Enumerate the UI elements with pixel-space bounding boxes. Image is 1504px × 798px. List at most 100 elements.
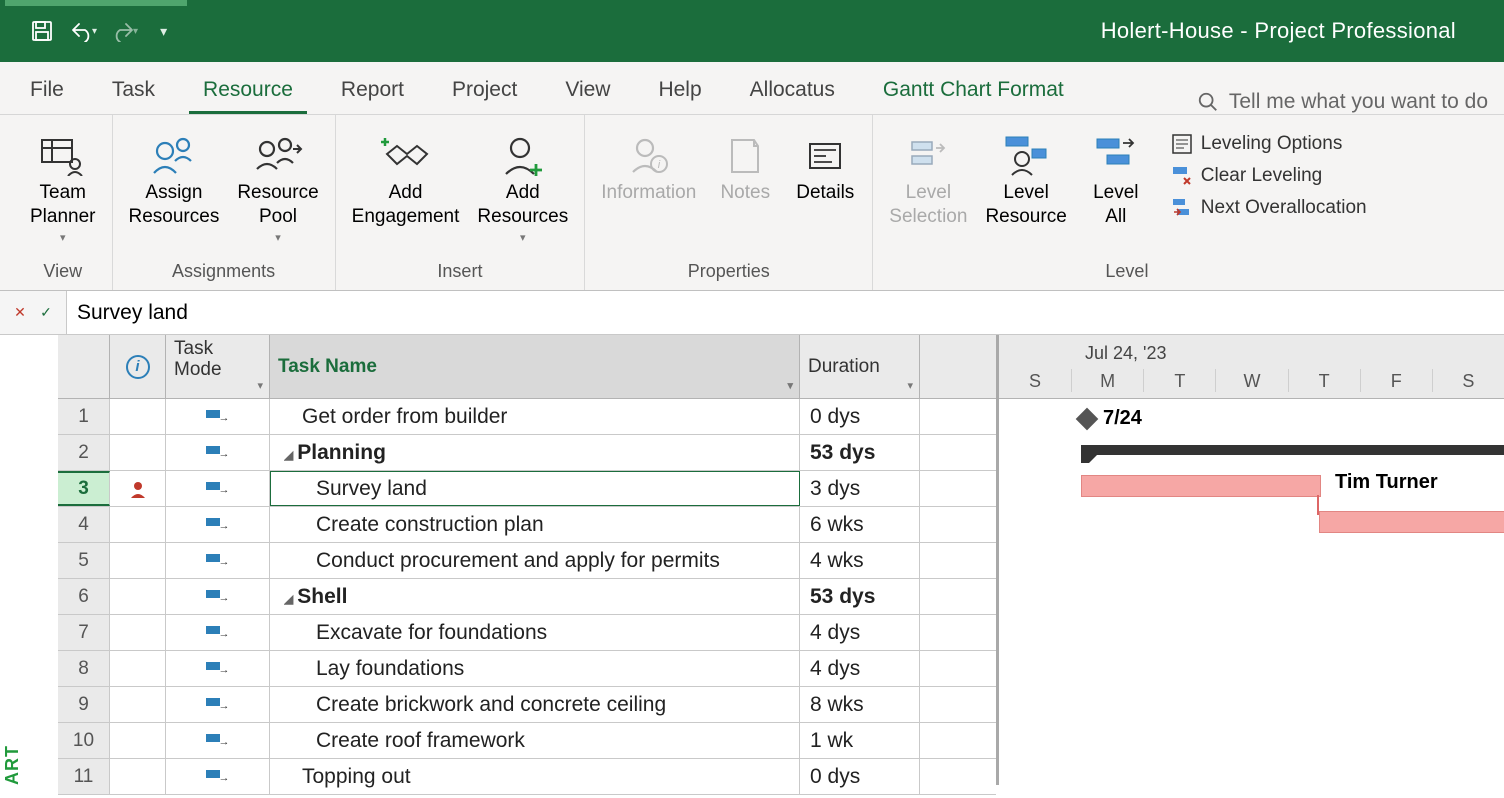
task-mode-col-header[interactable]: Task Mode ▾ [166,335,270,398]
table-row[interactable]: 3 →Survey land3 dys [58,471,996,507]
details-button[interactable]: Details [788,127,862,209]
duration-col-header[interactable]: Duration ▾ [800,335,920,398]
task-mode-cell[interactable]: → [166,651,270,686]
row-number[interactable]: 9 [58,687,110,722]
next-overallocation-button[interactable]: Next Overallocation [1167,195,1371,221]
task-name-cell[interactable]: Conduct procurement and apply for permit… [270,543,800,578]
row-number[interactable]: 10 [58,723,110,758]
assign-resources-button[interactable]: Assign Resources [123,127,226,233]
summary-bar[interactable] [1081,445,1504,455]
task-bar-construction[interactable] [1319,511,1504,533]
task-mode-cell[interactable]: → [166,723,270,758]
save-icon[interactable] [28,17,56,45]
duration-cell[interactable]: 6 wks [800,507,920,542]
duration-cell[interactable]: 1 wk [800,723,920,758]
task-mode-cell[interactable]: → [166,471,270,506]
table-row[interactable]: 6 →◢Shell53 dys [58,579,996,615]
info-cell[interactable] [110,651,166,686]
table-row[interactable]: 11→Topping out0 dys [58,759,996,795]
clear-leveling-button[interactable]: Clear Leveling [1167,163,1371,189]
outline-toggle-icon[interactable]: ◢ [284,448,293,462]
table-row[interactable]: 5 →Conduct procurement and apply for perm… [58,543,996,579]
duration-cell[interactable]: 4 dys [800,615,920,650]
row-number[interactable]: 8 [58,651,110,686]
duration-cell[interactable]: 4 dys [800,651,920,686]
tab-report[interactable]: Report [327,68,418,114]
task-mode-cell[interactable]: → [166,399,270,434]
task-mode-cell[interactable]: → [166,759,270,794]
task-bar-survey[interactable] [1081,475,1321,497]
info-cell[interactable] [110,471,166,506]
table-row[interactable]: 4→Create construction plan6 wks [58,507,996,543]
tab-file[interactable]: File [16,68,78,114]
table-row[interactable]: 1 →Get order from builder0 dys [58,399,996,435]
duration-cell[interactable]: 4 wks [800,543,920,578]
info-cell[interactable] [110,399,166,434]
add-engagement-button[interactable]: Add Engagement [346,127,466,233]
row-number[interactable]: 1 [58,399,110,434]
table-row[interactable]: 10 →Create roof framework1 wk [58,723,996,759]
row-header-col[interactable] [58,335,110,398]
table-row[interactable]: 8 →Lay foundations4 dys [58,651,996,687]
info-cell[interactable] [110,507,166,542]
row-number[interactable]: 7 [58,615,110,650]
add-resources-button[interactable]: Add Resources ▾ [471,127,574,248]
entry-input[interactable] [66,291,1504,334]
outline-toggle-icon[interactable]: ◢ [284,592,293,606]
leveling-options-button[interactable]: Leveling Options [1167,131,1371,157]
tab-allocatus[interactable]: Allocatus [736,68,849,114]
milestone-marker[interactable]: 7/24 [1079,407,1142,430]
task-name-cell[interactable]: ◢Shell [270,579,800,614]
task-name-cell[interactable]: Lay foundations [270,651,800,686]
row-number[interactable]: 3 [58,471,110,506]
task-mode-cell[interactable]: → [166,507,270,542]
duration-cell[interactable]: 8 wks [800,687,920,722]
task-mode-cell[interactable]: → [166,687,270,722]
task-name-cell[interactable]: Create construction plan [270,507,800,542]
accept-entry-icon[interactable]: ✓ [36,303,56,323]
tell-me-search[interactable]: Tell me what you want to do [1197,90,1488,114]
task-name-cell[interactable]: Create brickwork and concrete ceiling [270,687,800,722]
task-name-cell[interactable]: ◢Planning [270,435,800,470]
info-cell[interactable] [110,543,166,578]
dropdown-icon[interactable]: ▾ [907,379,913,392]
row-number[interactable]: 6 [58,579,110,614]
tab-view[interactable]: View [551,68,624,114]
redo-dropdown-icon[interactable]: ▾ [133,26,138,37]
task-name-cell[interactable]: Excavate for foundations [270,615,800,650]
row-number[interactable]: 11 [58,759,110,794]
undo-dropdown-icon[interactable]: ▾ [92,26,97,37]
duration-cell[interactable]: 0 dys [800,399,920,434]
level-all-button[interactable]: Level All [1079,127,1153,233]
table-row[interactable]: 9 →Create brickwork and concrete ceiling8… [58,687,996,723]
table-row[interactable]: 7→Excavate for foundations4 dys [58,615,996,651]
tab-project[interactable]: Project [438,68,531,114]
task-mode-cell[interactable]: → [166,543,270,578]
task-mode-cell[interactable]: → [166,579,270,614]
table-row[interactable]: 2 →◢Planning53 dys [58,435,996,471]
resource-pool-button[interactable]: Resource Pool ▾ [231,127,324,248]
row-number[interactable]: 5 [58,543,110,578]
dropdown-icon[interactable]: ▾ [787,379,793,392]
qat-customize-icon[interactable]: ▾ [160,23,167,40]
tab-gantt-format[interactable]: Gantt Chart Format [869,68,1078,114]
duration-cell[interactable]: 53 dys [800,579,920,614]
task-mode-cell[interactable]: → [166,435,270,470]
row-number[interactable]: 2 [58,435,110,470]
level-resource-button[interactable]: Level Resource [979,127,1072,233]
info-cell[interactable] [110,435,166,470]
info-col-header[interactable]: i [110,335,166,398]
duration-cell[interactable]: 3 dys [800,471,920,506]
gantt-chart[interactable]: Jul 24, '23 SMTWTFS 7/24 Tim Turner [996,335,1504,785]
cancel-entry-icon[interactable]: ✕ [10,303,30,323]
team-planner-button[interactable]: Team Planner ▾ [24,127,102,248]
dropdown-icon[interactable]: ▾ [257,380,263,392]
task-name-cell[interactable]: Get order from builder [270,399,800,434]
info-cell[interactable] [110,579,166,614]
duration-cell[interactable]: 53 dys [800,435,920,470]
task-name-cell[interactable]: Create roof framework [270,723,800,758]
tab-help[interactable]: Help [644,68,715,114]
tab-resource[interactable]: Resource [189,68,307,114]
task-name-cell[interactable]: Survey land [270,471,800,506]
task-name-cell[interactable]: Topping out [270,759,800,794]
